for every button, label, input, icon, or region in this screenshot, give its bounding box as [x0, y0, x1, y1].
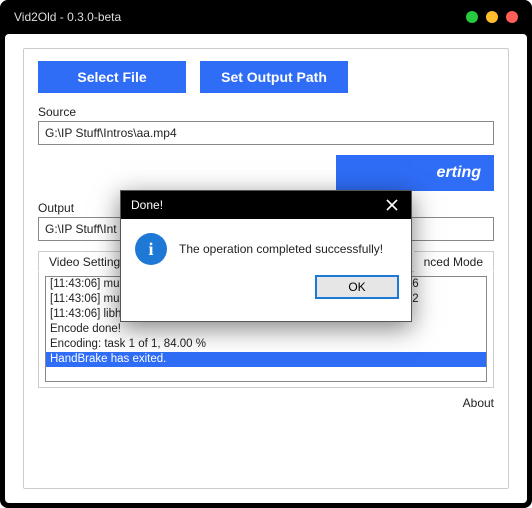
log-line: Encode done! — [50, 322, 482, 337]
start-converting-button[interactable]: erting — [336, 155, 494, 191]
dialog-close-icon[interactable] — [383, 196, 401, 214]
dialog-body: i The operation completed successfully! — [121, 219, 411, 269]
about-link[interactable]: About — [463, 396, 494, 410]
set-output-path-button[interactable]: Set Output Path — [200, 61, 348, 93]
source-label: Source — [38, 105, 494, 119]
dialog-titlebar: Done! — [121, 191, 411, 219]
close-icon[interactable] — [506, 11, 518, 23]
minimize-icon[interactable] — [466, 11, 478, 23]
done-dialog: Done! i The operation completed successf… — [120, 190, 412, 322]
top-button-row: Select File Set Output Path — [38, 61, 494, 93]
log-line: Encoding: task 1 of 1, 84.00 % — [50, 337, 482, 352]
dialog-title: Done! — [131, 198, 163, 212]
info-icon: i — [135, 233, 167, 265]
window-controls — [466, 11, 518, 23]
source-section: Source — [38, 105, 494, 145]
dialog-message: The operation completed successfully! — [179, 242, 383, 256]
ok-button[interactable]: OK — [315, 275, 399, 299]
titlebar: Vid2Old - 0.3.0-beta — [0, 0, 532, 34]
maximize-icon[interactable] — [486, 11, 498, 23]
source-input[interactable] — [38, 121, 494, 145]
tab-advanced-mode[interactable]: nced Mode — [414, 251, 494, 272]
about-row: About — [38, 396, 494, 410]
app-window: Vid2Old - 0.3.0-beta Select File Set Out… — [0, 0, 532, 508]
select-file-button[interactable]: Select File — [38, 61, 186, 93]
dialog-footer: OK — [121, 269, 411, 309]
window-title: Vid2Old - 0.3.0-beta — [14, 10, 121, 24]
convert-row: erting — [38, 155, 494, 191]
log-line-selected: HandBrake has exited. — [46, 352, 486, 367]
